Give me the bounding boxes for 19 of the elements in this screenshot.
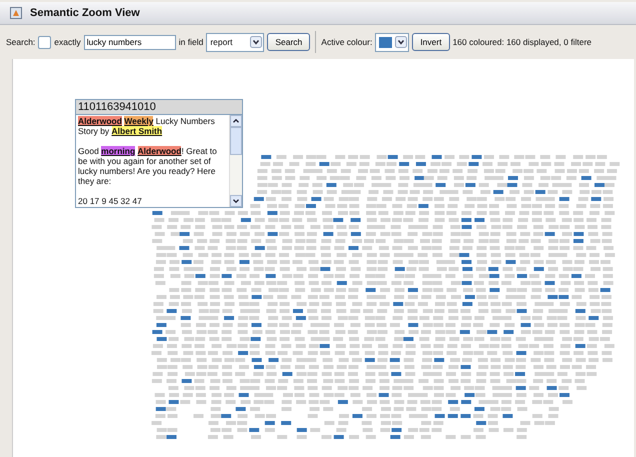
exactly-checkbox[interactable] — [38, 36, 52, 48]
scroll-up-icon[interactable] — [230, 115, 242, 127]
document-paragraph: 20 17 9 45 32 47 — [78, 196, 143, 206]
scrollbar[interactable] — [229, 115, 242, 207]
search-label: Search: — [6, 37, 36, 47]
document-id: 1101163941010 — [76, 100, 242, 115]
search-field[interactable]: lucky numbers — [84, 34, 176, 50]
colour-swatch — [379, 36, 392, 48]
field-label: in field — [178, 37, 204, 47]
field-dropdown[interactable]: report — [206, 32, 264, 52]
app-icon — [10, 7, 22, 19]
status-text: 160 coloured: 160 displayed, 0 filtere — [452, 37, 592, 47]
exactly-label: exactly — [54, 37, 81, 47]
invert-button[interactable]: Invert — [412, 33, 450, 51]
window-title: Semantic Zoom View — [30, 7, 140, 19]
colour-dropdown[interactable] — [375, 32, 410, 52]
search-button[interactable]: Search — [267, 33, 310, 51]
active-colour-label: Active colour: — [321, 37, 372, 47]
scroll-down-icon[interactable] — [230, 195, 242, 207]
